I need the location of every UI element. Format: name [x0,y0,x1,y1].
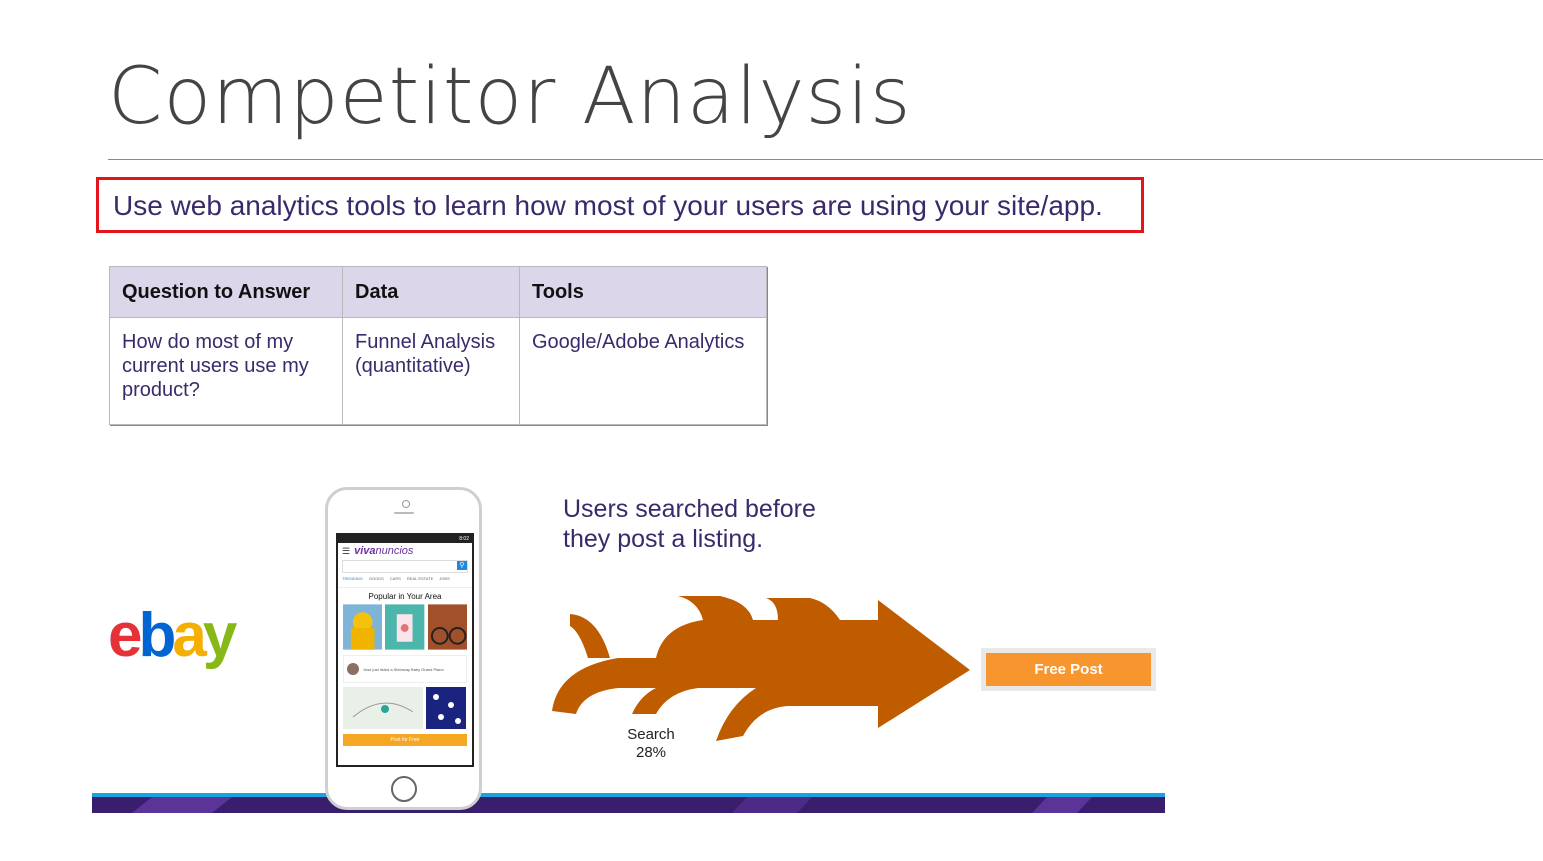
table-row: How do most of my current users use my p… [109,317,767,425]
logo-letter: b [138,601,176,670]
logo-letter: a [172,601,207,670]
title-divider [108,159,1543,160]
category-tabs: TRENDING GOODS CARS REAL ESTATE JOBS [338,574,472,588]
listing-thumbnail[interactable] [427,604,467,650]
funnel-step-label: Search 28% [612,726,690,762]
activity-item[interactable]: Jose just listed a Steinway Baby Grand P… [343,655,467,683]
tab-real-estate[interactable]: REAL ESTATE [407,576,433,585]
search-icon[interactable]: ⚲ [457,561,467,570]
step-percent: 28% [635,744,667,761]
popular-thumbnails [338,601,472,653]
popular-heading: Popular in Your Area [368,592,442,601]
annotation-line-1: Users searched before [563,495,816,523]
free-post-button[interactable]: Free Post [986,653,1151,686]
funnel-arrow [552,596,970,741]
listing-thumbnail[interactable] [426,687,466,729]
bottom-banner [92,793,1165,813]
listing-thumbnail[interactable] [343,687,423,729]
question-table: Question to Answer Data Tools How do mos… [109,266,767,425]
phone-mockup: 8:02 ☰ viva nuncios ⚲ TRENDING GOODS CARS… [325,487,482,810]
step-name: Search [627,726,675,743]
tab-jobs[interactable]: JOBS [439,576,449,585]
app-search-input[interactable]: ⚲ [342,560,468,573]
brand-prefix: viva [354,545,376,557]
slide-title: Competitor Analysis [108,52,912,142]
tab-trending[interactable]: TRENDING [342,576,363,585]
listing-thumbnail[interactable] [343,604,383,650]
tab-cars[interactable]: CARS [390,576,401,585]
funnel-arrow-shape [552,596,970,741]
camera-dot [402,500,410,508]
funnel-annotation: Users searched before they post a listin… [563,494,816,554]
tab-goods[interactable]: GOODS [369,576,384,585]
speaker-grill [394,512,414,514]
annotation-line-2: they post a listing. [563,525,764,553]
cell-question: How do most of my current users use my p… [109,317,343,425]
listing-thumbnail[interactable] [385,604,425,650]
status-bar: 8:02 [338,535,472,543]
more-thumbnails [338,685,472,731]
cell-tools: Google/Adobe Analytics [519,317,767,425]
avatar [347,663,359,675]
header-tools: Tools [519,266,767,318]
post-for-free-button[interactable]: Post for Free [343,734,467,746]
status-time: 8:02 [459,536,469,542]
callout-box: Use web analytics tools to learn how mos… [96,177,1144,233]
header-question: Question to Answer [109,266,343,318]
funnel-input-branch [570,614,610,658]
app-bar: ☰ viva nuncios [338,543,472,559]
home-button [391,776,417,802]
ebay-logo: ebay [108,600,238,671]
header-data: Data [342,266,520,318]
logo-letter: e [108,601,143,670]
callout-text: Use web analytics tools to learn how mos… [113,190,1103,221]
brand-suffix: nuncios [375,545,414,557]
logo-letter: y [202,601,238,670]
table-header-row: Question to Answer Data Tools [109,266,767,318]
menu-icon[interactable]: ☰ [342,546,350,557]
activity-text: Jose just listed a Steinway Baby Grand P… [363,666,444,672]
cell-data: Funnel Analysis (quantitative) [342,317,520,425]
phone-screen: 8:02 ☰ viva nuncios ⚲ TRENDING GOODS CARS… [336,533,474,767]
free-post-container: Free Post [981,648,1156,691]
